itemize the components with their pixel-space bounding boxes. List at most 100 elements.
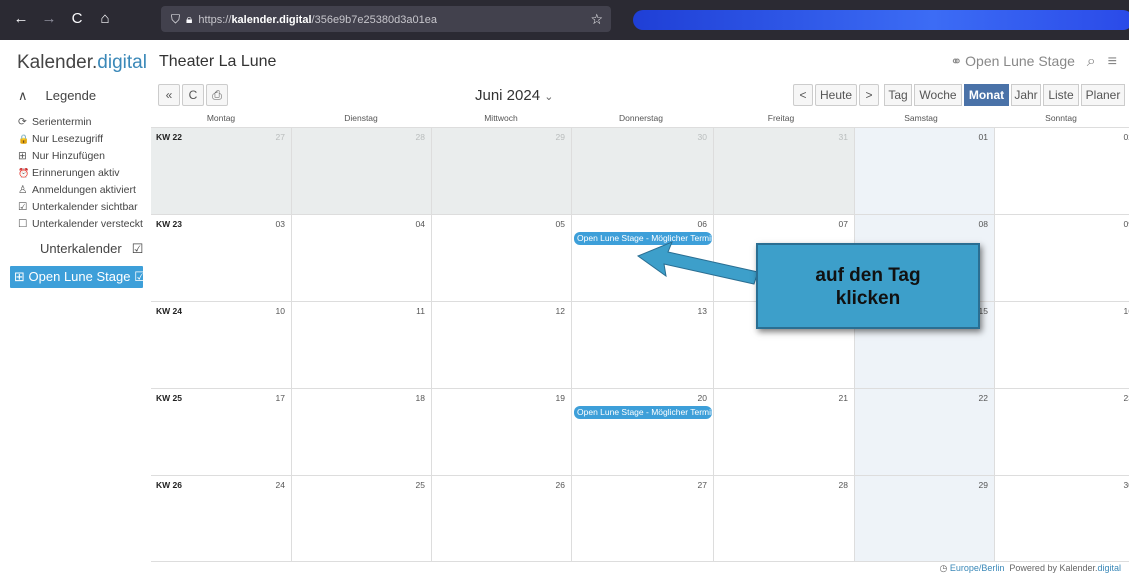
logo-accent: digital <box>97 52 147 73</box>
day-cell[interactable]: KW 24 10 <box>151 302 292 388</box>
menu-icon[interactable]: ≡ <box>1108 53 1117 70</box>
day-number: 18 <box>415 393 425 403</box>
tab-jahr[interactable]: Jahr <box>1011 84 1041 106</box>
day-number: 11 <box>416 306 425 316</box>
day-cell[interactable]: 30 <box>995 476 1129 561</box>
powered-by-accent[interactable]: digital <box>1097 563 1121 573</box>
day-number: 28 <box>838 480 848 490</box>
day-number: 10 <box>275 306 285 316</box>
today-button[interactable]: Heute <box>815 84 857 106</box>
day-number: 12 <box>555 306 565 316</box>
day-cell[interactable]: 22 <box>855 389 995 475</box>
day-number: 23 <box>1123 393 1129 403</box>
week-row: KW 2410 11 12 13 14 15 16 <box>151 301 1129 388</box>
day-cell[interactable]: 28 <box>714 476 855 561</box>
lock-icon: 🔒 <box>18 134 30 144</box>
event-chip[interactable]: Open Lune Stage - Möglicher Termin <box>574 406 712 419</box>
day-number: 25 <box>415 480 425 490</box>
search-icon[interactable]: ⌕ <box>1087 53 1096 70</box>
tab-liste[interactable]: Liste <box>1043 84 1079 106</box>
weekday-header: Montag <box>206 113 236 123</box>
day-cell[interactable]: 23 <box>995 389 1129 475</box>
day-cell[interactable]: 31 <box>714 128 855 214</box>
next-month-button[interactable]: > <box>859 84 879 106</box>
day-cell[interactable]: 26 <box>432 476 572 561</box>
day-cell[interactable]: 25 <box>292 476 432 561</box>
day-cell[interactable]: KW 23 03 <box>151 215 292 301</box>
day-cell[interactable]: 13 <box>572 302 714 388</box>
checkbox-checked-icon[interactable]: ☑ <box>132 241 144 256</box>
day-cell[interactable]: 05 <box>432 215 572 301</box>
day-cell[interactable]: 19 <box>432 389 572 475</box>
tab-monat[interactable]: Monat <box>964 84 1009 106</box>
chevron-up-icon: ∧ <box>18 88 28 103</box>
calendar-toolbar: « C ⎙ Juni 2024 ⌄ < Heute > Tag Woche Mo… <box>150 84 1129 109</box>
address-bar[interactable]: ⛉ 🔒︎ https://kalender.digital/356e9b7e2538… <box>161 6 611 32</box>
day-cell[interactable]: 27 <box>572 476 714 561</box>
reload-icon[interactable]: C <box>64 6 90 32</box>
day-cell[interactable]: KW 25 17 <box>151 389 292 475</box>
footer: ◷ Europe/Berlin Powered by Kalender.digi… <box>939 563 1121 574</box>
header-actions: ⚭ Open Lune Stage ⌕ ≡ <box>950 53 1117 71</box>
back-arrow-icon[interactable]: ← <box>8 6 34 32</box>
day-number: 28 <box>415 132 425 142</box>
day-cell[interactable]: 12 <box>432 302 572 388</box>
day-cell[interactable]: 18 <box>292 389 432 475</box>
refresh-button[interactable]: C <box>182 84 204 106</box>
collapse-sidebar-button[interactable]: « <box>158 84 180 106</box>
week-number: KW 25 <box>156 393 182 403</box>
redacted-area <box>633 10 1129 30</box>
checkbox-checked-icon[interactable]: ☑ <box>134 269 146 284</box>
tab-woche[interactable]: Woche <box>914 84 962 106</box>
day-cell[interactable]: 29 <box>855 476 995 561</box>
tab-planer[interactable]: Planer <box>1081 84 1125 106</box>
day-cell[interactable]: 09 <box>995 215 1129 301</box>
day-cell[interactable]: 04 <box>292 215 432 301</box>
subcalendar-label: Open Lune Stage <box>28 269 131 284</box>
day-cell[interactable]: 11 <box>292 302 432 388</box>
day-number: 21 <box>838 393 848 403</box>
bookmark-star-icon[interactable]: ☆ <box>590 6 603 32</box>
annotation-callout: auf den Tag klicken <box>756 243 980 329</box>
day-cell[interactable]: 28 <box>292 128 432 214</box>
legend-item: ♙ Anmeldungen aktiviert <box>18 182 143 199</box>
subcalendars-header[interactable]: Unterkalender ☑ <box>40 241 143 257</box>
legend-header[interactable]: ∧ Legende <box>18 88 96 104</box>
logo[interactable]: Kalender.digital <box>17 52 147 74</box>
month-selector[interactable]: Juni 2024 ⌄ <box>475 87 553 104</box>
url-domain: kalender.digital <box>231 14 312 26</box>
add-calendar-icon: ⊞ <box>18 150 27 162</box>
day-cell[interactable]: KW 26 24 <box>151 476 292 561</box>
home-icon[interactable]: ⌂ <box>92 6 118 32</box>
timezone-link[interactable]: Europe/Berlin <box>950 563 1005 573</box>
powered-by: Powered by Kalender. <box>1009 563 1098 573</box>
print-button[interactable]: ⎙ <box>206 84 228 106</box>
day-number: 19 <box>555 393 565 403</box>
legend-label: Erinnerungen aktiv <box>32 167 120 179</box>
day-cell[interactable]: 02 <box>995 128 1129 214</box>
day-cell[interactable]: 21 <box>714 389 855 475</box>
tab-tag[interactable]: Tag <box>884 84 912 106</box>
prev-month-button[interactable]: < <box>793 84 813 106</box>
day-number: 17 <box>275 393 285 403</box>
legend-label: Nur Hinzufügen <box>32 150 105 162</box>
day-cell[interactable]: 16 <box>995 302 1129 388</box>
day-cell[interactable]: 30 <box>572 128 714 214</box>
forward-arrow-icon[interactable]: → <box>36 6 62 32</box>
week-number: KW 24 <box>156 306 182 316</box>
day-cell[interactable]: KW 22 27 <box>151 128 292 214</box>
month-grid: Montag Dienstag Mittwoch Donnerstag Frei… <box>151 110 1129 562</box>
legend-item: 🔒 Nur Lesezugriff <box>18 131 143 148</box>
legend-list: ⟳ Serientermin 🔒 Nur Lesezugriff ⊞ Nur Hinz… <box>18 114 143 233</box>
open-subcalendar-link[interactable]: Open Lune Stage <box>965 53 1075 69</box>
day-cell[interactable]: 29 <box>432 128 572 214</box>
day-number: 30 <box>697 132 707 142</box>
app-header: Kalender.digital Theater La Lune ⚭ Open L… <box>0 40 1129 82</box>
day-cell[interactable]: 20 Open Lune Stage - Möglicher Termin <box>572 389 714 475</box>
lock-icon: 🔒︎ <box>186 12 193 26</box>
subcalendar-item-open-lune-stage[interactable]: ⊞ Open Lune Stage ☑ <box>10 266 146 288</box>
legend-label: Anmeldungen aktiviert <box>32 184 136 196</box>
week-row: KW 22 27 28 29 30 31 01 02 <box>151 127 1129 214</box>
legend-item: ☑ Unterkalender sichtbar <box>18 199 143 216</box>
day-cell[interactable]: 01 <box>855 128 995 214</box>
